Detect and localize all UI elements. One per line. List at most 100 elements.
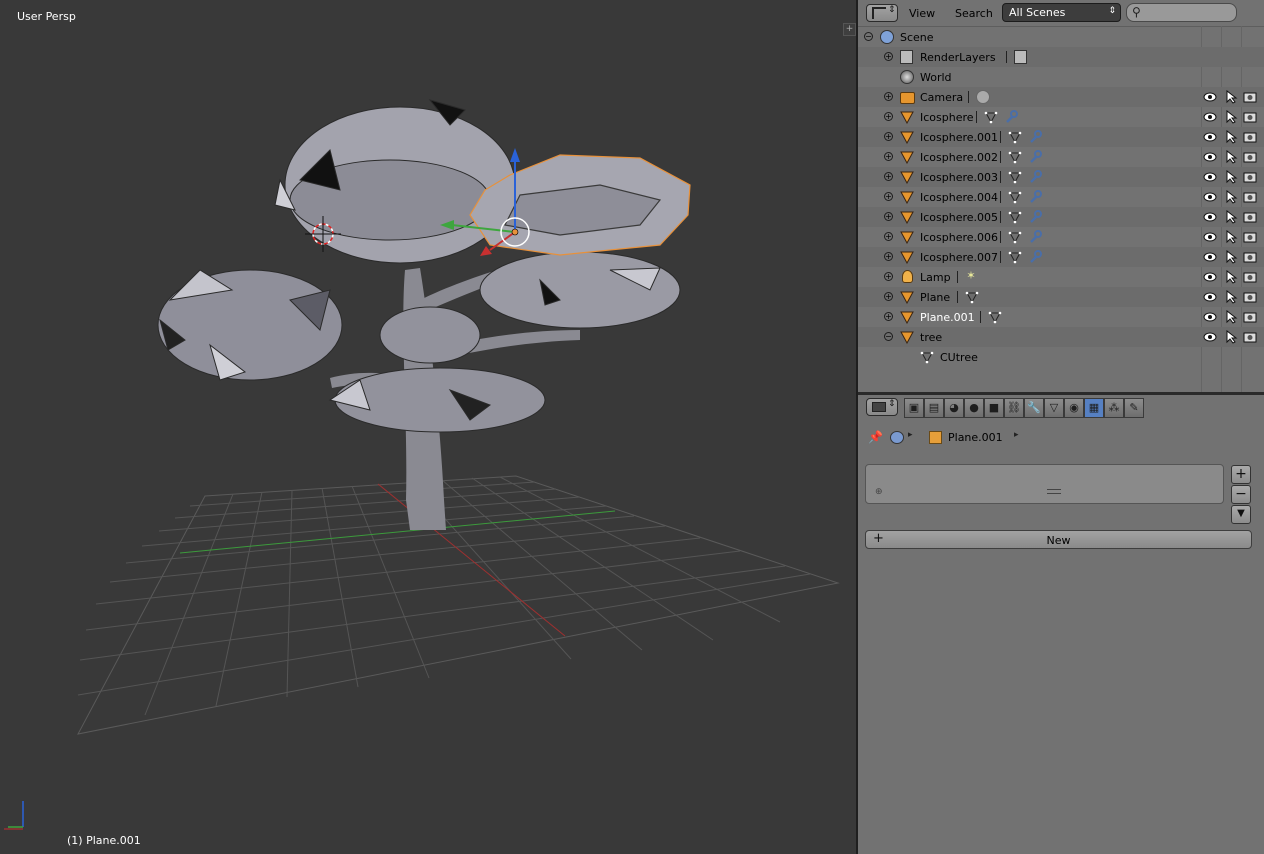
- outliner-item-label[interactable]: Scene: [900, 31, 934, 44]
- editor-type-button[interactable]: ⇕: [866, 4, 898, 22]
- display-mode-select[interactable]: All Scenes ⇕: [1002, 3, 1121, 22]
- expand-toggle-icon[interactable]: +: [884, 252, 893, 261]
- expand-toggle-icon[interactable]: +: [884, 172, 893, 181]
- cursor-select-icon[interactable]: [1224, 229, 1238, 244]
- area-split-corner[interactable]: +: [843, 23, 856, 36]
- outliner-item-label[interactable]: Icosphere.001: [920, 131, 998, 144]
- particles-tab[interactable]: ⁂: [1104, 398, 1124, 418]
- search-input[interactable]: ⚲: [1126, 3, 1237, 22]
- render-camera-icon[interactable]: [1243, 230, 1257, 244]
- expand-toggle-icon[interactable]: +: [884, 232, 893, 241]
- eye-icon[interactable]: [1203, 330, 1217, 344]
- world-tab[interactable]: ●: [964, 398, 984, 418]
- cursor-select-icon[interactable]: [1224, 309, 1238, 324]
- cursor-select-icon[interactable]: [1224, 209, 1238, 224]
- mesh-data-icon[interactable]: [984, 110, 998, 124]
- 3d-viewport[interactable]: User Persp (1) Plane.001 +: [0, 0, 857, 854]
- outliner-item-label[interactable]: tree: [920, 331, 942, 344]
- outliner-item-label[interactable]: Icosphere.007: [920, 251, 998, 264]
- outliner-item-label[interactable]: Lamp: [920, 271, 951, 284]
- resize-grip-icon[interactable]: [1047, 489, 1061, 494]
- cursor-select-icon[interactable]: [1224, 189, 1238, 204]
- outliner-item-label[interactable]: Icosphere: [920, 111, 974, 124]
- eye-icon[interactable]: [1203, 190, 1217, 204]
- render-camera-icon[interactable]: [1243, 130, 1257, 144]
- render-camera-icon[interactable]: [1243, 290, 1257, 304]
- render-camera-icon[interactable]: [1243, 250, 1257, 264]
- eye-icon[interactable]: [1203, 150, 1217, 164]
- modifier-wrench-icon[interactable]: [1028, 250, 1042, 264]
- eye-icon[interactable]: [1203, 290, 1217, 304]
- lamp-data-icon[interactable]: ✶: [965, 270, 979, 284]
- expand-toggle-icon[interactable]: +: [884, 212, 893, 221]
- camera-data-icon[interactable]: [976, 90, 990, 104]
- render-camera-icon[interactable]: [1243, 170, 1257, 184]
- modifiers-tab[interactable]: 🔧: [1024, 398, 1044, 418]
- mesh-data-icon[interactable]: [988, 310, 1002, 324]
- mesh-data-icon[interactable]: [1008, 230, 1022, 244]
- cursor-select-icon[interactable]: [1224, 249, 1238, 264]
- cursor-select-icon[interactable]: [1224, 149, 1238, 164]
- outliner-row[interactable]: + Icosphere.001: [858, 127, 1264, 147]
- outliner-item-label[interactable]: CUtree: [940, 351, 978, 364]
- outliner-row[interactable]: CUtree: [858, 347, 1264, 367]
- expand-toggle-icon[interactable]: +: [884, 52, 893, 61]
- collapse-toggle-icon[interactable]: −: [884, 332, 893, 341]
- texture-slot-list[interactable]: ⊕: [865, 464, 1224, 504]
- render-camera-icon[interactable]: [1243, 330, 1257, 344]
- eye-icon[interactable]: [1203, 110, 1217, 124]
- outliner-item-label[interactable]: World: [920, 71, 952, 84]
- cursor-select-icon[interactable]: [1224, 329, 1238, 344]
- outliner-row[interactable]: World: [858, 67, 1264, 87]
- outliner-row[interactable]: + Plane.001: [858, 307, 1264, 327]
- eye-icon[interactable]: [1203, 130, 1217, 144]
- outliner-item-label[interactable]: Icosphere.003: [920, 171, 998, 184]
- modifier-wrench-icon[interactable]: [1028, 150, 1042, 164]
- cursor-select-icon[interactable]: [1224, 109, 1238, 124]
- outliner-item-label[interactable]: Icosphere.004: [920, 191, 998, 204]
- pin-icon[interactable]: 📌: [868, 430, 883, 444]
- modifier-wrench-icon[interactable]: [1028, 130, 1042, 144]
- mesh-data-icon[interactable]: [1008, 170, 1022, 184]
- eye-icon[interactable]: [1203, 90, 1217, 104]
- outliner-item-label[interactable]: Icosphere.002: [920, 151, 998, 164]
- outliner-row[interactable]: + Icosphere.003: [858, 167, 1264, 187]
- eye-icon[interactable]: [1203, 250, 1217, 264]
- outliner-row[interactable]: − Scene: [858, 27, 1264, 47]
- render-camera-icon[interactable]: [1243, 210, 1257, 224]
- render-camera-icon[interactable]: [1243, 150, 1257, 164]
- editor-type-button[interactable]: ⇕: [866, 398, 898, 416]
- modifier-wrench-icon[interactable]: [1028, 190, 1042, 204]
- modifier-wrench-icon[interactable]: [1028, 230, 1042, 244]
- render-tab[interactable]: ▣: [904, 398, 924, 418]
- outliner-row[interactable]: + Icosphere.007: [858, 247, 1264, 267]
- eye-icon[interactable]: [1203, 230, 1217, 244]
- cursor-select-icon[interactable]: [1224, 89, 1238, 104]
- eye-icon[interactable]: [1203, 170, 1217, 184]
- expand-toggle-icon[interactable]: +: [884, 192, 893, 201]
- expand-toggle-icon[interactable]: +: [884, 292, 893, 301]
- object-tab[interactable]: ■: [984, 398, 1004, 418]
- physics-tab[interactable]: ✎: [1124, 398, 1144, 418]
- render-camera-icon[interactable]: [1243, 310, 1257, 324]
- cursor-select-icon[interactable]: [1224, 169, 1238, 184]
- menu-view[interactable]: View: [909, 7, 935, 20]
- texture-tab[interactable]: ▦: [1084, 398, 1104, 418]
- collapse-toggle-icon[interactable]: −: [864, 32, 873, 41]
- outliner-item-label[interactable]: Plane.001: [920, 311, 975, 324]
- expand-toggle-icon[interactable]: +: [884, 312, 893, 321]
- remove-slot-button[interactable]: −: [1231, 485, 1251, 504]
- viewport-canvas[interactable]: [0, 0, 857, 854]
- outliner-item-label[interactable]: Icosphere.005: [920, 211, 998, 224]
- render-camera-icon[interactable]: [1243, 110, 1257, 124]
- expand-toggle-icon[interactable]: +: [884, 92, 893, 101]
- outliner-row[interactable]: + Camera: [858, 87, 1264, 107]
- render-camera-icon[interactable]: [1243, 270, 1257, 284]
- material-tab[interactable]: ◉: [1064, 398, 1084, 418]
- outliner-row[interactable]: + Icosphere: [858, 107, 1264, 127]
- modifier-wrench-icon[interactable]: [1028, 210, 1042, 224]
- menu-search[interactable]: Search: [955, 7, 993, 20]
- outliner-item-label[interactable]: Plane: [920, 291, 950, 304]
- cursor-select-icon[interactable]: [1224, 289, 1238, 304]
- renderlayer-data-icon[interactable]: [1014, 50, 1028, 64]
